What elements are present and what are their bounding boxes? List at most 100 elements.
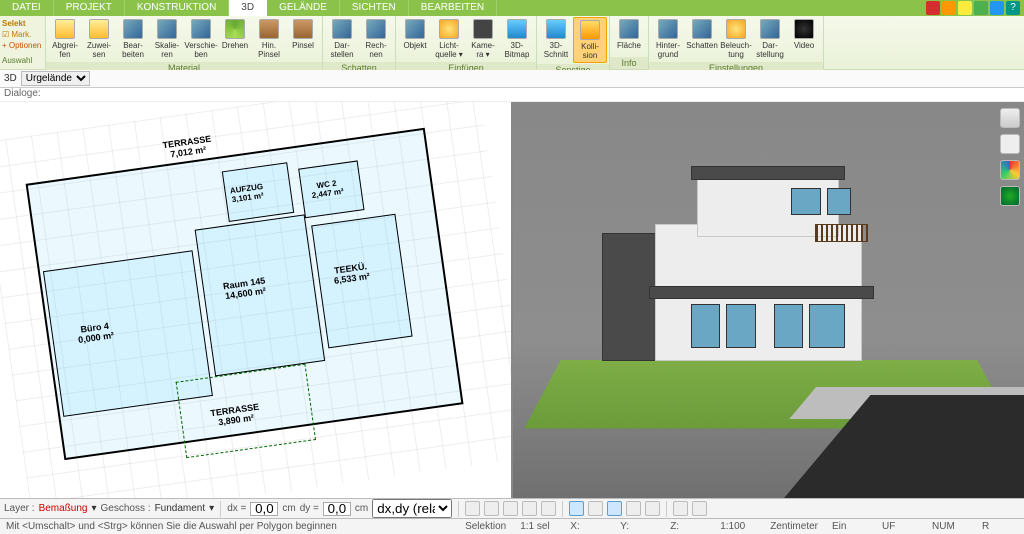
ribbon-icon [366, 19, 386, 39]
ribbon-btn-dbitmap[interactable]: 3D-Bitmap [500, 17, 534, 61]
ribbon-icon [157, 19, 177, 39]
geschoss-label: Geschoss : [101, 503, 151, 514]
tab-3d[interactable]: 3D [229, 0, 267, 16]
ribbon-group-label: Info [610, 57, 648, 69]
snap-icon-1[interactable] [569, 501, 584, 516]
pane-2d-plan[interactable]: TERRASSE7,012 m² Büro 40,000 m² Raum 145… [0, 102, 513, 498]
selekt-optionen[interactable]: + Optionen [2, 40, 43, 51]
ribbon-icon [760, 19, 780, 39]
tab-bearbeiten[interactable]: BEARBEITEN [409, 0, 497, 16]
layer-value[interactable]: Bemaßung [39, 503, 88, 514]
ribbon-btn-hintergrund[interactable]: Hinter-grund [651, 17, 685, 61]
tool-icon-2[interactable] [484, 501, 499, 516]
selekt-title[interactable]: Selekt [2, 18, 43, 29]
ribbon-btn-beleuchtung[interactable]: Beleuch-tung [719, 17, 753, 61]
status-selektion: Selektion [465, 521, 506, 532]
ribbon-btn-flche[interactable]: Fläche [612, 17, 646, 52]
tool-icon-5[interactable] [541, 501, 556, 516]
dialog-bar: Dialoge: [0, 88, 1024, 102]
tab-konstruktion[interactable]: KONSTRUKTION [125, 0, 229, 16]
tab-gelaende[interactable]: GELÄNDE [267, 0, 340, 16]
title-icon-3[interactable] [958, 1, 972, 15]
snap-icon-4[interactable] [626, 501, 641, 516]
status-y: Y: [620, 521, 656, 532]
tool-icon-4[interactable] [522, 501, 537, 516]
tool-icon-1[interactable] [465, 501, 480, 516]
ribbon-btn-hinpinsel[interactable]: Hin.Pinsel [252, 17, 286, 61]
tab-projekt[interactable]: PROJEKT [54, 0, 125, 16]
ribbon-icon [293, 19, 313, 39]
ribbon-btn-verschieben[interactable]: Verschie-ben [184, 17, 218, 61]
ribbon-icon [546, 19, 566, 39]
ribbon-icon [794, 19, 814, 39]
tool-icon-3[interactable] [503, 501, 518, 516]
dy-label: dy = [300, 503, 319, 514]
status-ein: Ein [832, 521, 868, 532]
context-bar: 3D Urgelände [0, 70, 1024, 88]
ribbon-group-einfügen: ObjektLicht-quelle ▾Kame-ra ▾3D-BitmapEi… [396, 16, 537, 69]
ribbon-btn-dschnitt[interactable]: 3D-Schnitt [539, 17, 573, 61]
ribbon-btn-darstellen[interactable]: Dar-stellen [325, 17, 359, 61]
ribbon-icon [439, 19, 459, 39]
ribbon-icon [123, 19, 143, 39]
ribbon-btn-abgreifen[interactable]: Abgrei-fen [48, 17, 82, 61]
bottom-toolbar: Layer : Bemaßung▾ Geschoss : Fundament▾ … [0, 498, 1024, 518]
ribbon-btn-kamera[interactable]: Kame-ra ▾ [466, 17, 500, 61]
tab-datei[interactable]: DATEI [0, 0, 54, 16]
title-icon-2[interactable] [942, 1, 956, 15]
ribbon-group-sonstige: 3D-SchnittKolli-sionSonstige [537, 16, 610, 69]
ribbon-btn-kollision[interactable]: Kolli-sion [573, 17, 607, 63]
ribbon-icon [259, 19, 279, 39]
ribbon-btn-lichtquelle[interactable]: Licht-quelle ▾ [432, 17, 466, 61]
ribbon: Selekt ☑ Mark. + Optionen Auswahl Abgrei… [0, 16, 1024, 70]
status-bar: Mit <Umschalt> und <Strg> können Sie die… [0, 518, 1024, 534]
snap-icon-3[interactable] [607, 501, 622, 516]
ribbon-btn-rechnen[interactable]: Rech-nen [359, 17, 393, 61]
ribbon-group-einstellungen: Hinter-grundSchattenBeleuch-tungDar-stel… [649, 16, 824, 69]
titlebar-icons: ? [926, 0, 1024, 16]
tab-sichten[interactable]: SICHTEN [340, 0, 409, 16]
coord-mode-select[interactable]: dx,dy (relativ ka [372, 499, 452, 518]
pane-3d-view[interactable] [513, 102, 1024, 498]
ribbon-btn-objekt[interactable]: Objekt [398, 17, 432, 52]
status-unit: Zentimeter [770, 521, 818, 532]
grid-icon[interactable] [673, 501, 688, 516]
ribbon-btn-skalieren[interactable]: Skalie-ren [150, 17, 184, 61]
snap-icon-2[interactable] [588, 501, 603, 516]
selekt-mark[interactable]: ☑ Mark. [2, 29, 43, 40]
context-layer-select[interactable]: Urgelände [21, 71, 90, 86]
ribbon-btn-bearbeiten[interactable]: Bear-beiten [116, 17, 150, 61]
furniture-icon[interactable] [1000, 134, 1020, 154]
ribbon-btn-drehen[interactable]: Drehen [218, 17, 252, 52]
ribbon-btn-video[interactable]: Video [787, 17, 821, 52]
ribbon-icon [225, 19, 245, 39]
ribbon-icon [692, 19, 712, 39]
status-r: R [982, 521, 1018, 532]
ribbon-btn-schatten[interactable]: Schatten [685, 17, 719, 52]
ribbon-icon [726, 19, 746, 39]
title-icon-4[interactable] [974, 1, 988, 15]
view-tool-strip [1000, 108, 1020, 206]
context-mode: 3D [4, 73, 17, 84]
layer-label: Layer : [4, 503, 35, 514]
grid-icon-2[interactable] [692, 501, 707, 516]
title-icon-5[interactable] [990, 1, 1004, 15]
ribbon-btn-pinsel[interactable]: Pinsel [286, 17, 320, 52]
ribbon-icon [191, 19, 211, 39]
main-split: TERRASSE7,012 m² Büro 40,000 m² Raum 145… [0, 102, 1024, 498]
status-z: Z: [670, 521, 706, 532]
tree-icon[interactable] [1000, 186, 1020, 206]
palette-icon[interactable] [1000, 160, 1020, 180]
ribbon-btn-zuweisen[interactable]: Zuwei-sen [82, 17, 116, 61]
ribbon-icon [580, 20, 600, 40]
layers-icon[interactable] [1000, 108, 1020, 128]
snap-icon-5[interactable] [645, 501, 660, 516]
status-scale-sel: 1:1 sel [520, 521, 556, 532]
dy-input[interactable] [323, 502, 351, 516]
ribbon-btn-darstellung[interactable]: Dar-stellung [753, 17, 787, 61]
ribbon-group-material: Abgrei-fenZuwei-senBear-beitenSkalie-ren… [46, 16, 323, 69]
title-icon-1[interactable] [926, 1, 940, 15]
dx-input[interactable] [250, 502, 278, 516]
geschoss-value[interactable]: Fundament [155, 503, 206, 514]
help-icon[interactable]: ? [1006, 1, 1020, 15]
